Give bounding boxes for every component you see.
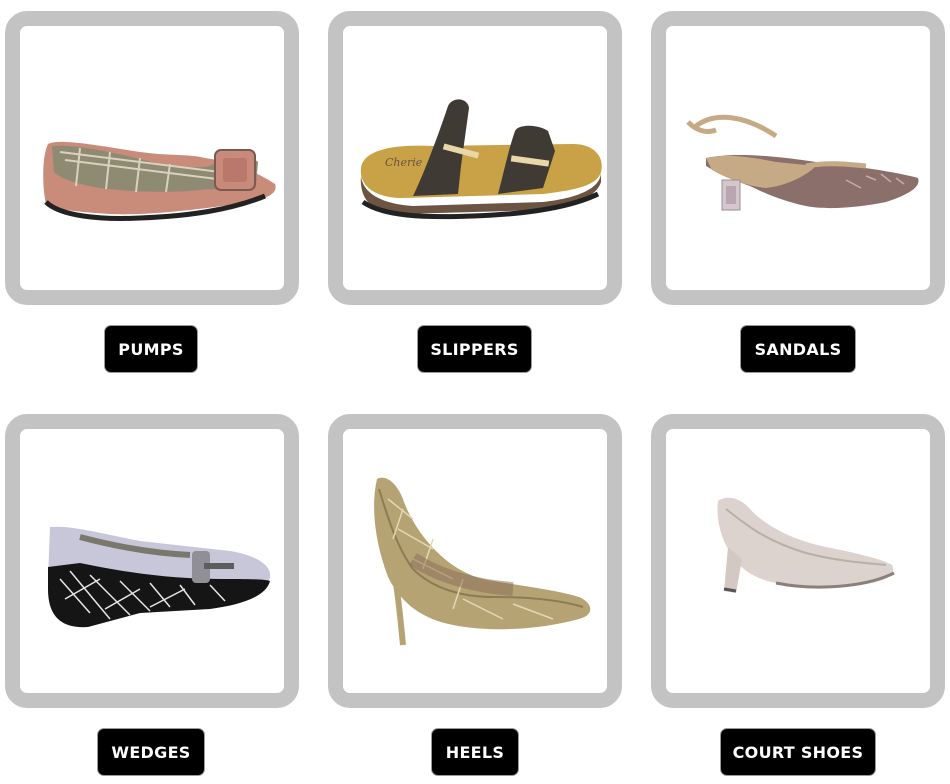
category-button-court-shoes[interactable]: COURT SHOES: [722, 730, 874, 774]
category-button-wedges[interactable]: WEDGES: [99, 730, 203, 774]
category-button-slippers[interactable]: SLIPPERS: [419, 327, 530, 371]
category-button-sandals[interactable]: SANDALS: [742, 327, 854, 371]
product-card-pumps[interactable]: [5, 11, 299, 305]
wedge-shoe-image: [48, 526, 271, 628]
product-card-slippers[interactable]: Cherie: [328, 11, 622, 305]
category-button-heels[interactable]: HEELS: [433, 730, 517, 774]
pump-shoe-image: [43, 141, 276, 221]
svg-text:Cherie: Cherie: [385, 156, 423, 169]
category-button-pumps[interactable]: PUMPS: [106, 327, 196, 371]
product-card-wedges[interactable]: [5, 414, 299, 708]
slipper-image: Cherie: [360, 99, 602, 220]
sandal-image: [686, 114, 919, 211]
product-card-court-shoes[interactable]: [651, 414, 945, 708]
product-card-sandals[interactable]: [651, 11, 945, 305]
heel-shoe-image: [374, 477, 591, 646]
court-shoe-image: [717, 497, 895, 593]
product-card-heels[interactable]: [328, 414, 622, 708]
